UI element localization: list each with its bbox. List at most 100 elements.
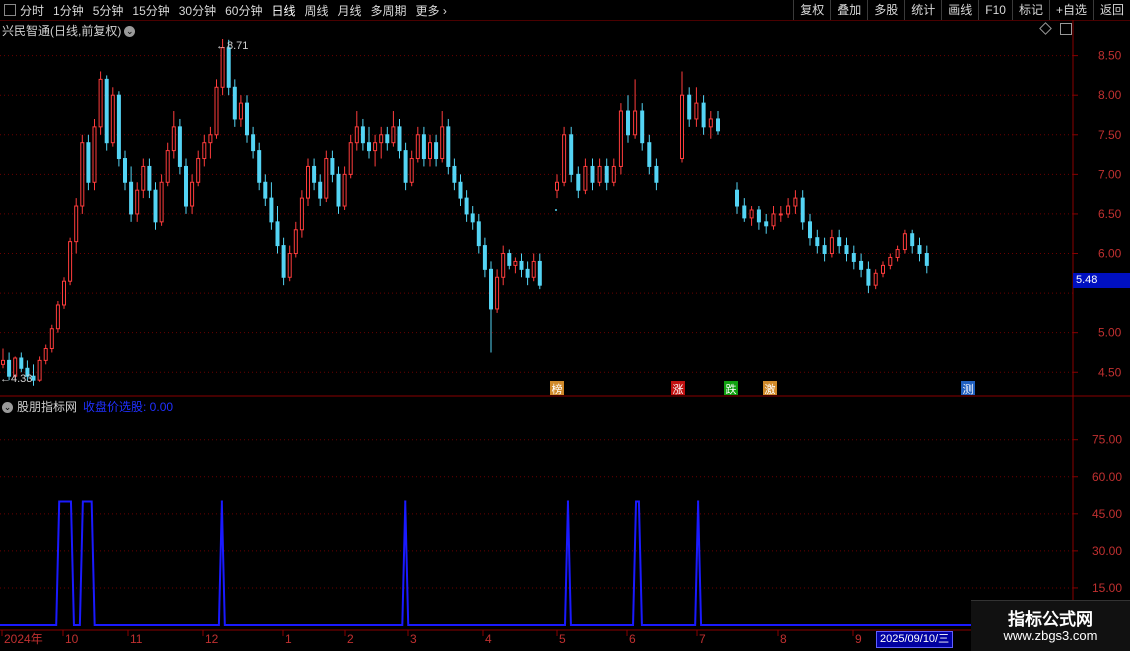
candle-body xyxy=(452,165,457,183)
stock-title: 兴民智通(日线,前复权) xyxy=(2,24,122,38)
candle-body xyxy=(749,209,754,219)
candle-body xyxy=(263,181,268,199)
candle-body xyxy=(281,245,286,278)
sub-chart-title[interactable]: ⌄ 股朋指标网 收盘价选股: 0.00 xyxy=(2,398,173,415)
time-tick-label: 10 xyxy=(65,632,79,646)
candle-body xyxy=(190,181,195,207)
dropdown-circle-icon[interactable]: ⌄ xyxy=(2,402,13,414)
candle-body xyxy=(476,221,481,247)
event-tag-label: 激 xyxy=(765,382,776,396)
candle-body xyxy=(312,165,317,183)
indicator-source-name: 股朋指标网 xyxy=(17,400,78,414)
candle-body xyxy=(902,233,907,251)
candle-body xyxy=(829,237,834,255)
candle-body xyxy=(618,110,623,167)
watermark: 指标公式网 www.zbgs3.com xyxy=(971,600,1130,651)
chart-frame xyxy=(0,20,1130,631)
candle-body xyxy=(116,94,121,160)
time-tick-label: 9 xyxy=(855,632,862,646)
candle-body xyxy=(177,126,182,167)
candle-body xyxy=(771,213,776,227)
candle-body xyxy=(232,86,237,120)
candle-body xyxy=(299,197,304,231)
candle-body xyxy=(74,205,79,243)
candle-body xyxy=(694,102,699,120)
candle-body xyxy=(756,209,761,223)
price-tick-label: 5.00 xyxy=(1098,326,1122,340)
candle-body xyxy=(342,173,347,207)
candle-body xyxy=(367,142,371,152)
candle-body xyxy=(135,189,140,215)
dropdown-circle-icon[interactable]: ⌄ xyxy=(124,26,136,38)
candle-body xyxy=(844,245,849,255)
candle-body xyxy=(80,142,85,207)
candle-body xyxy=(165,150,170,183)
candle-body xyxy=(354,126,359,144)
candle-body xyxy=(822,245,827,255)
candle-body xyxy=(196,158,201,183)
candle-body xyxy=(815,237,820,247)
candle-body xyxy=(604,165,609,183)
indicator-value-label: 收盘价选股: 0.00 xyxy=(83,400,174,414)
candle-body xyxy=(888,256,893,266)
candle-body xyxy=(421,134,426,160)
candle-body xyxy=(513,260,518,266)
time-tick-label: 12 xyxy=(205,632,219,646)
candle-body xyxy=(153,189,158,223)
candle-body xyxy=(647,142,652,167)
candle-body xyxy=(482,245,487,270)
candle-body xyxy=(866,268,871,286)
candle-body xyxy=(403,150,408,183)
candle-body xyxy=(555,181,559,191)
price-dot xyxy=(555,208,557,211)
candle-body xyxy=(110,94,115,144)
candle-body xyxy=(808,221,812,239)
candle-body xyxy=(220,47,225,88)
high-price-marker: ←8.71 xyxy=(216,40,248,52)
candle-body xyxy=(49,328,54,350)
panel-toggle-icon[interactable] xyxy=(1060,23,1072,35)
candle-body xyxy=(910,233,915,247)
candle-body xyxy=(597,165,602,183)
candle-body xyxy=(68,241,73,282)
price-tick-label: 4.50 xyxy=(1098,365,1122,379)
cursor-date-label: 2025/09/10/三 xyxy=(876,631,954,648)
price-tick-label: 6.50 xyxy=(1098,207,1122,221)
candle-body xyxy=(415,134,420,160)
candle-body xyxy=(159,181,164,223)
candle-body xyxy=(507,253,512,266)
time-tick-label: 4 xyxy=(485,632,492,646)
candle-body xyxy=(895,249,900,258)
candle-body xyxy=(98,78,103,128)
sub-tick-label: 45.00 xyxy=(1092,507,1122,521)
sub-tick-label: 30.00 xyxy=(1092,544,1122,558)
sub-tick-label: 60.00 xyxy=(1092,470,1122,484)
candle-body xyxy=(470,213,475,223)
current-price-label: 5.48 xyxy=(1073,273,1130,288)
time-tick-label: 7 xyxy=(699,632,706,646)
main-chart-title[interactable]: 兴民智通(日线,前复权) ⌄ xyxy=(2,22,136,39)
candle-body xyxy=(654,165,659,183)
watermark-url: www.zbgs3.com xyxy=(1003,628,1098,643)
price-axis: 8.50 8.00 7.50 7.00 6.50 6.00 5.00 4.50 xyxy=(1073,49,1122,379)
candle-body xyxy=(129,181,134,215)
candle-body xyxy=(458,181,463,199)
candle-body xyxy=(680,94,684,160)
candle-body xyxy=(495,276,500,310)
candle-body xyxy=(269,197,274,223)
candle-body xyxy=(440,126,445,160)
kline-chart-canvas[interactable]: 8.50 8.00 7.50 7.00 6.50 6.00 5.00 4.50 75.00 60… xyxy=(0,0,1130,650)
candle-body xyxy=(626,110,630,136)
candle-body xyxy=(851,253,856,262)
candle-body xyxy=(391,126,396,144)
candle-body xyxy=(373,142,378,152)
candle-body xyxy=(123,158,127,183)
candle-body xyxy=(141,165,146,191)
indicator-layer xyxy=(0,500,1073,626)
candle-body xyxy=(428,142,432,160)
candles-layer xyxy=(1,38,929,386)
candle-body xyxy=(171,126,176,152)
candle-body xyxy=(360,126,365,144)
candle-body xyxy=(324,158,329,199)
watermark-title: 指标公式网 xyxy=(1008,610,1093,630)
